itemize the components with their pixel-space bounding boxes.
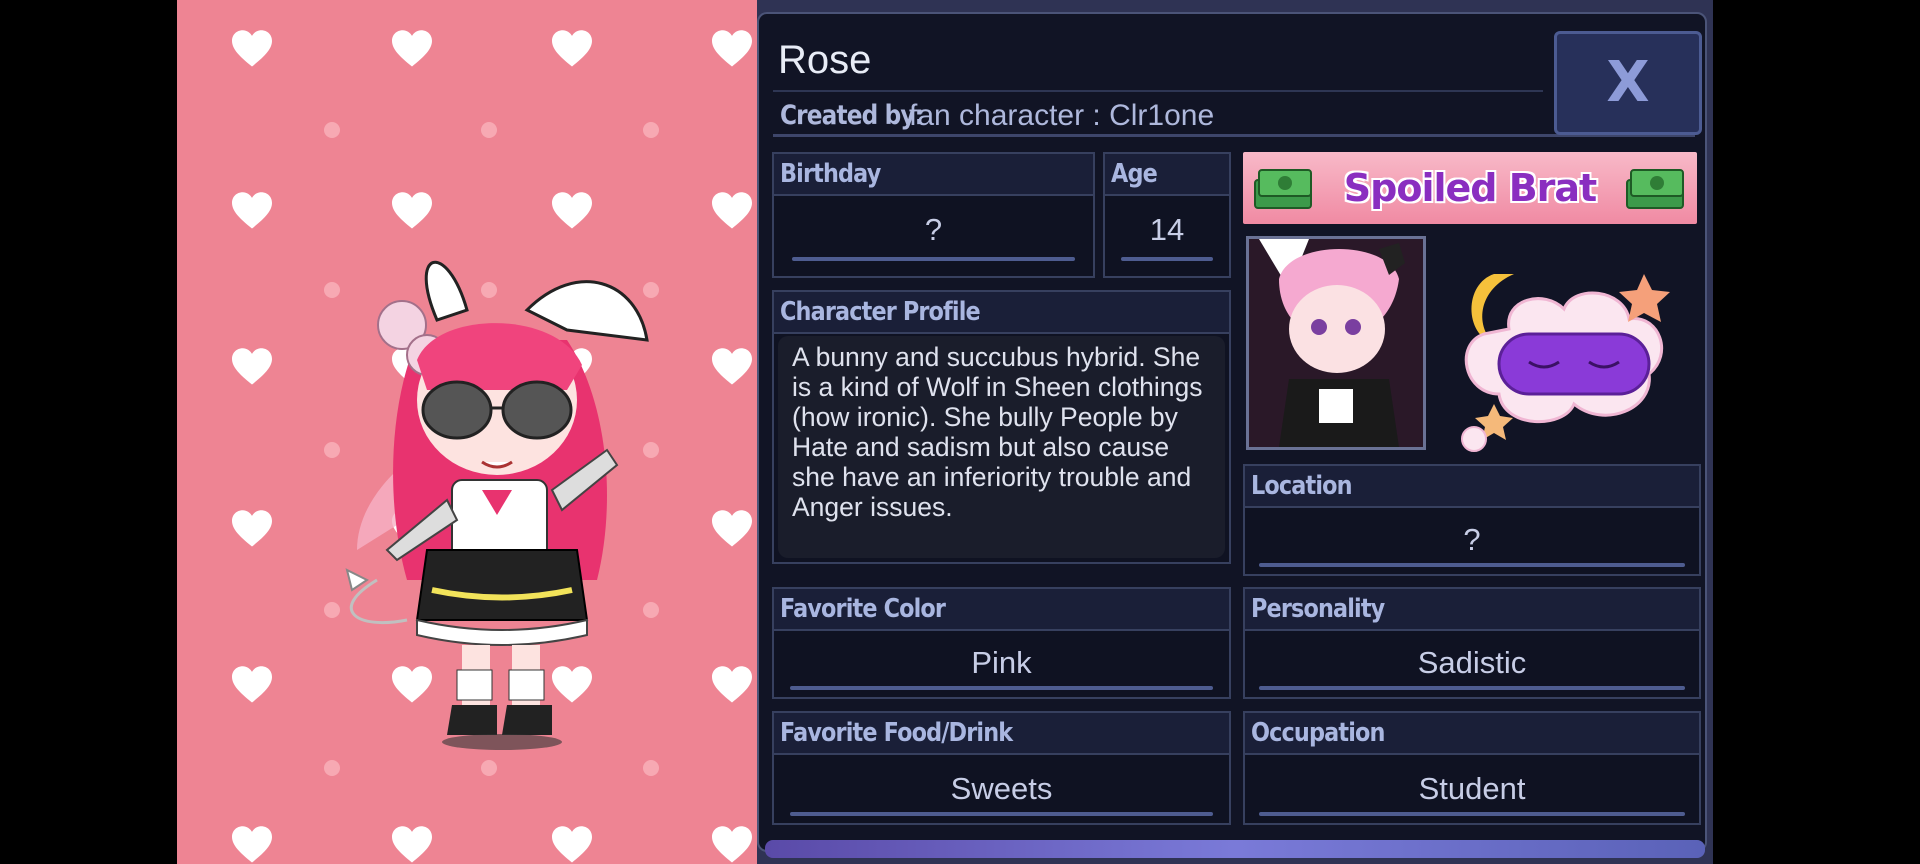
heart-icon <box>712 348 752 388</box>
polka-dot <box>643 122 659 138</box>
created-by-label: Created by: <box>780 100 924 131</box>
money-stack-icon <box>1626 169 1684 209</box>
favorite-color-field: Favorite Color Pink <box>772 587 1231 699</box>
occupation-field: Occupation Student <box>1243 711 1701 825</box>
character-profile-field: Character Profile A bunny and succubus h… <box>772 290 1231 564</box>
portrait-image <box>1249 239 1423 447</box>
heart-icon <box>392 30 432 70</box>
location-value[interactable]: ? <box>1245 522 1699 558</box>
heart-icon <box>392 192 432 232</box>
heart-icon <box>232 666 272 706</box>
favorite-food-label: Favorite Food/Drink <box>780 718 1013 748</box>
heart-icon <box>712 30 752 70</box>
heart-icon <box>552 192 592 232</box>
polka-dot <box>324 122 340 138</box>
heart-icon <box>232 510 272 550</box>
panel-frame: Rose Created by: fan character : Clr1one… <box>757 12 1707 858</box>
heart-icon <box>392 826 432 864</box>
birthday-field: Birthday ? <box>772 152 1095 278</box>
personality-value[interactable]: Sadistic <box>1245 645 1699 681</box>
location-field: Location ? <box>1243 464 1701 576</box>
heart-icon <box>552 826 592 864</box>
polka-dot <box>643 760 659 776</box>
character-info-panel: Rose Created by: fan character : Clr1one… <box>757 0 1713 864</box>
heart-icon <box>232 348 272 388</box>
character-figure[interactable] <box>317 250 677 750</box>
heart-icon <box>712 192 752 232</box>
heart-icon <box>232 826 272 864</box>
favorite-color-value[interactable]: Pink <box>774 645 1229 681</box>
occupation-value[interactable]: Student <box>1245 771 1699 807</box>
favorite-food-field: Favorite Food/Drink Sweets <box>772 711 1231 825</box>
occupation-label: Occupation <box>1251 718 1385 748</box>
favorite-color-label: Favorite Color <box>780 594 946 624</box>
heart-icon <box>712 826 752 864</box>
location-label: Location <box>1251 471 1353 501</box>
heart-icon <box>232 192 272 232</box>
divider <box>773 90 1543 92</box>
panel-footer-bar <box>765 840 1705 858</box>
personality-label: Personality <box>1251 594 1385 624</box>
age-value[interactable]: 14 <box>1105 212 1229 248</box>
created-by-value: fan character : Clr1one <box>909 99 1215 132</box>
character-stage <box>177 0 757 864</box>
heart-icon <box>232 30 272 70</box>
character-profile-label: Character Profile <box>780 297 981 327</box>
birthday-label: Birthday <box>780 159 881 189</box>
personality-field: Personality Sadistic <box>1243 587 1701 699</box>
age-label: Age <box>1111 159 1158 189</box>
polka-dot <box>481 122 497 138</box>
heart-icon <box>552 30 592 70</box>
age-field: Age 14 <box>1103 152 1231 278</box>
character-name: Rose <box>778 38 872 82</box>
heart-icon <box>712 666 752 706</box>
favorite-food-value[interactable]: Sweets <box>774 771 1229 807</box>
heart-icon <box>712 510 752 550</box>
close-button[interactable]: X <box>1554 31 1702 135</box>
birthday-value[interactable]: ? <box>774 212 1093 248</box>
character-portrait[interactable] <box>1246 236 1426 450</box>
polka-dot <box>481 760 497 776</box>
sleep-mask-cloud-icon <box>1461 274 1670 452</box>
polka-dot <box>324 760 340 776</box>
trait-badge[interactable]: Spoiled Brat <box>1243 152 1697 224</box>
character-profile-text[interactable]: A bunny and succubus hybrid. She is a ki… <box>778 336 1225 558</box>
